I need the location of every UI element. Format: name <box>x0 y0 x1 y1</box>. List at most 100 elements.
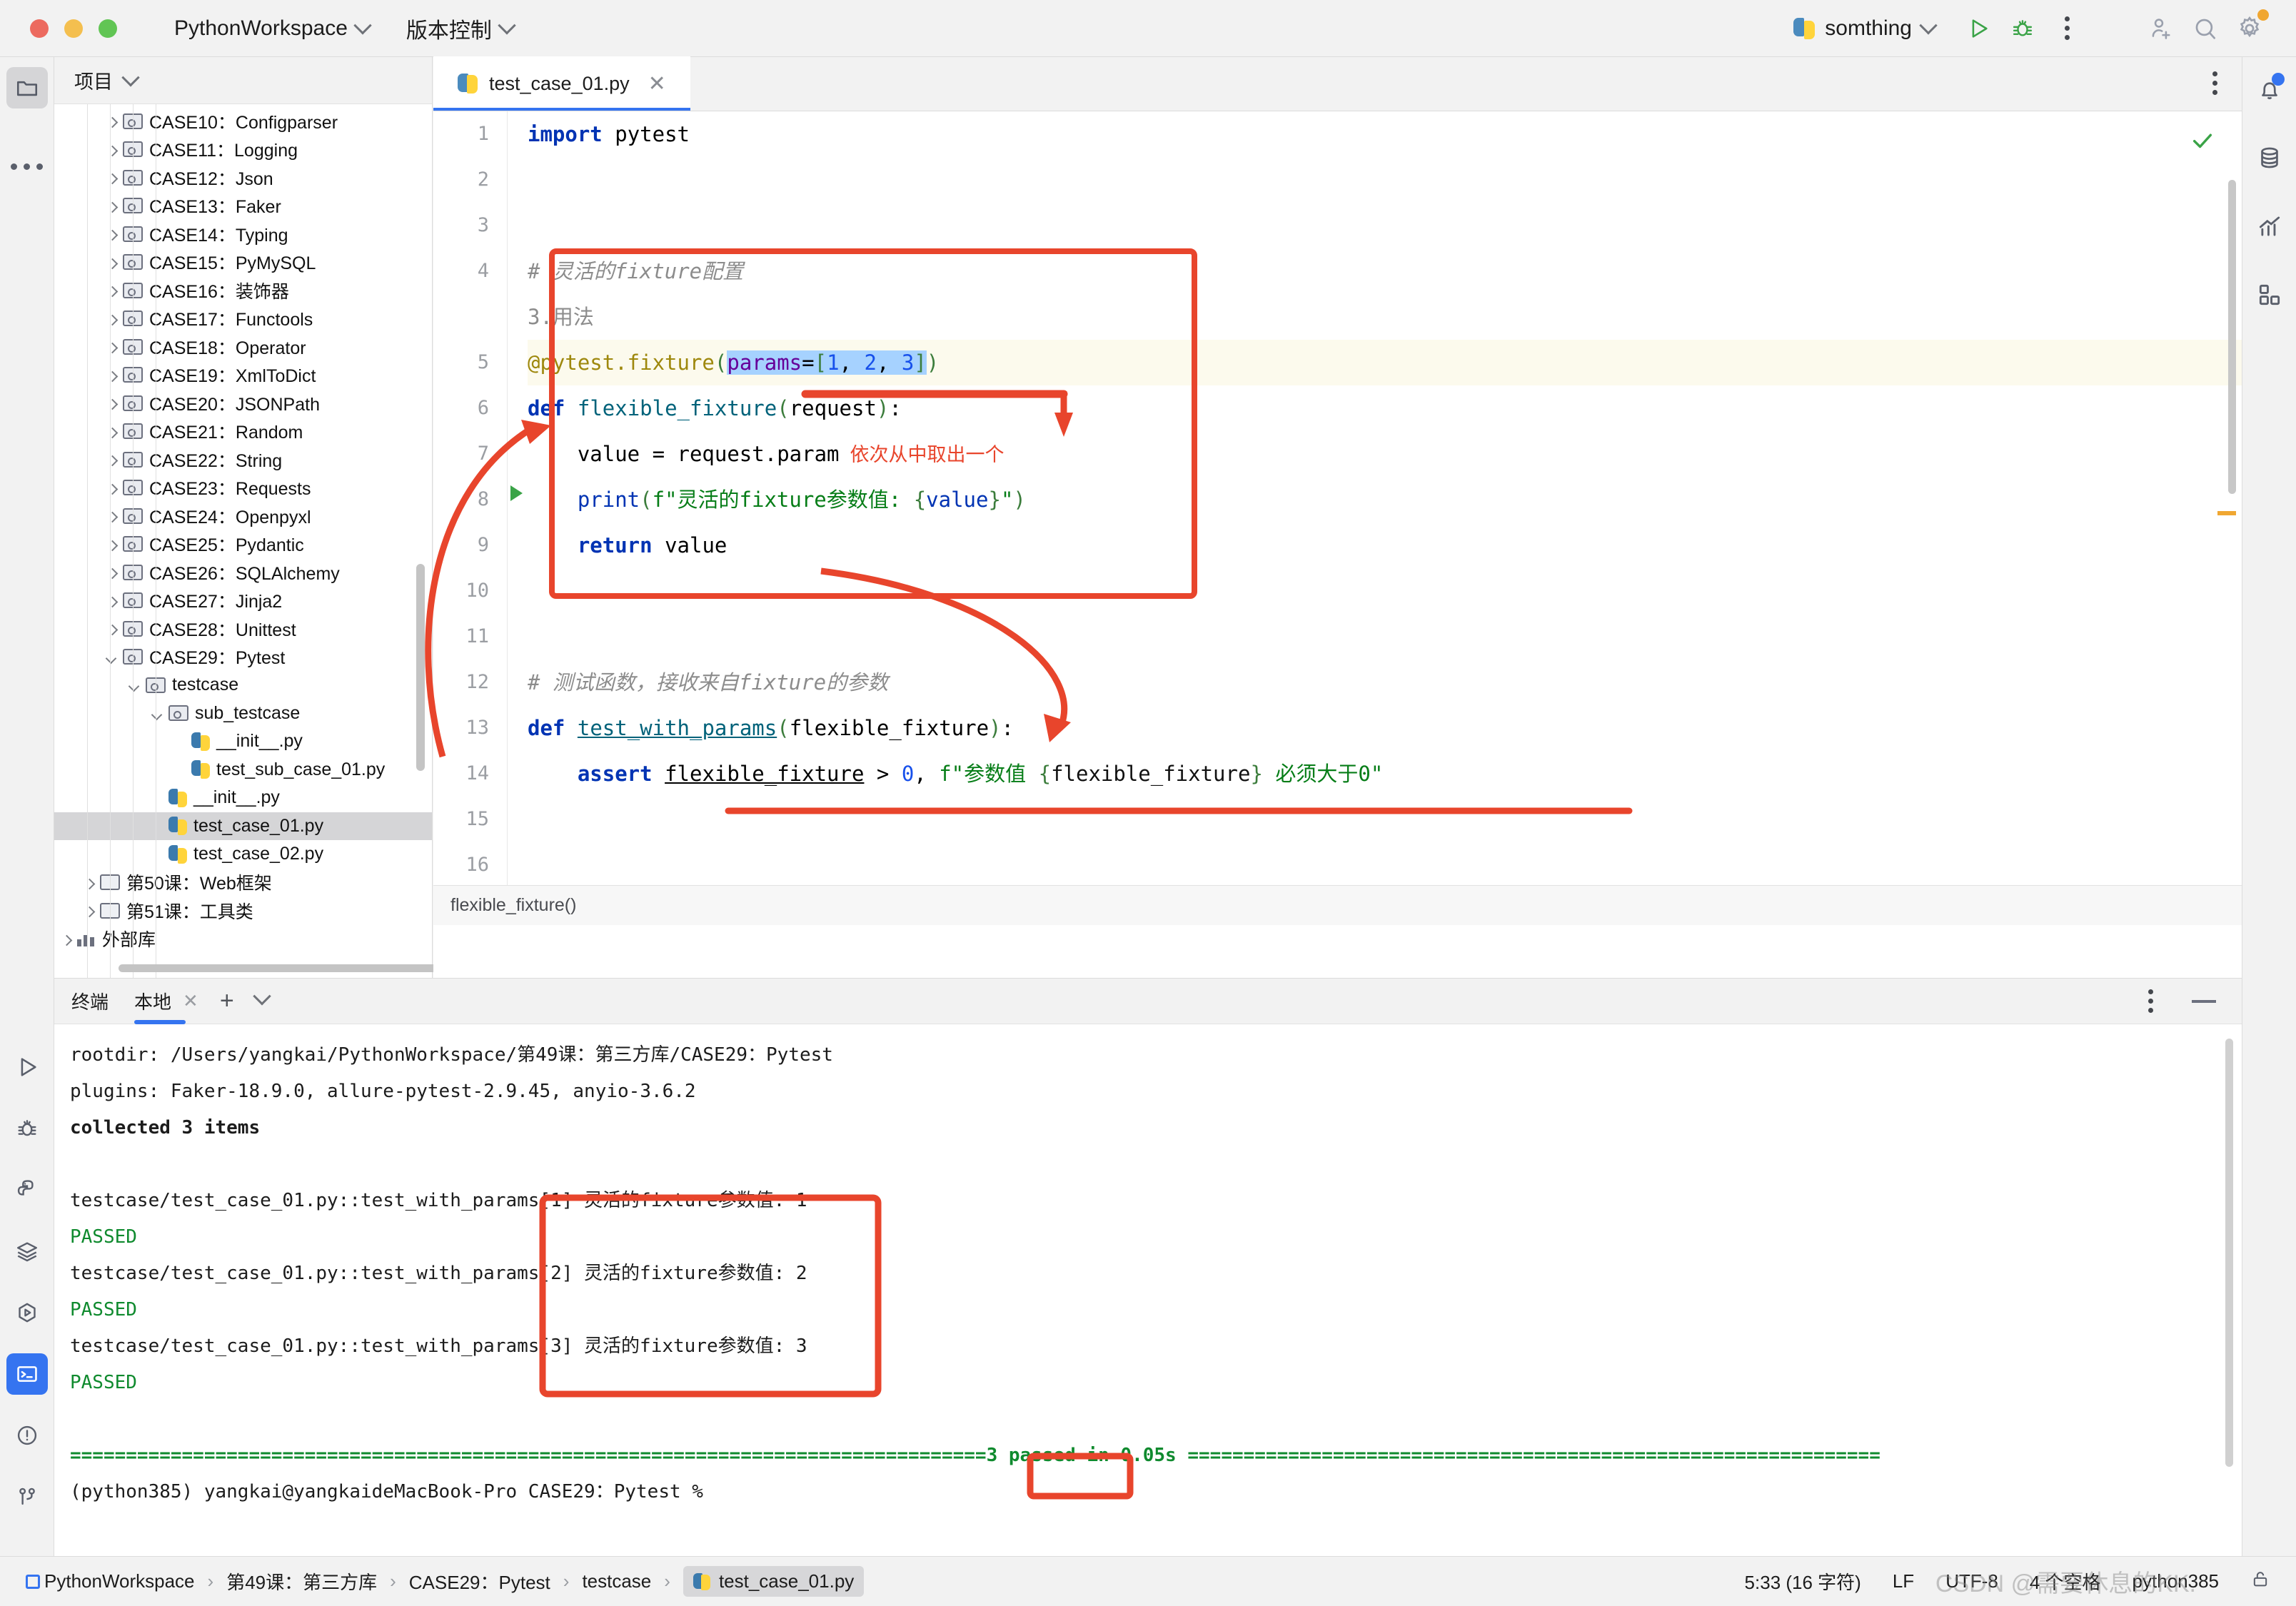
vcs-menu[interactable]: 版本控制 <box>399 9 520 49</box>
python-packages-tool-button[interactable] <box>6 1169 48 1211</box>
chevron-right-icon[interactable] <box>59 929 77 949</box>
chevron-right-icon[interactable] <box>81 900 100 921</box>
project-tree[interactable]: CASE10：ConfigparserCASE11：LoggingCASE12：… <box>54 104 432 978</box>
terminal-more-icon[interactable] <box>2148 989 2153 1013</box>
project-selector[interactable]: PythonWorkspace <box>167 12 376 45</box>
breadcrumb-item[interactable]: CASE29：Pytest <box>409 1568 550 1595</box>
maximize-window-button[interactable] <box>99 19 117 38</box>
chevron-right-icon[interactable] <box>81 872 100 893</box>
tree-item[interactable]: CASE25：Pydantic <box>54 530 432 559</box>
tree-item[interactable]: CASE18：Operator <box>54 333 432 361</box>
services-tool-button[interactable] <box>6 1292 48 1333</box>
tree-item[interactable]: __init__.py <box>54 784 432 812</box>
breadcrumb-item[interactable]: testcase <box>582 1570 651 1592</box>
python-interpreter[interactable]: python385 <box>2133 1570 2219 1592</box>
problems-tool-button[interactable] <box>6 1415 48 1456</box>
tree-item[interactable]: test_case_02.py <box>54 840 432 869</box>
terminal-tab-local[interactable]: 本地 ✕ <box>134 988 203 1014</box>
notifications-button[interactable] <box>2249 69 2290 110</box>
editor-warning-marker[interactable] <box>2217 511 2236 515</box>
tree-item[interactable]: 外部库 <box>54 925 432 954</box>
chevron-right-icon[interactable] <box>104 139 123 160</box>
tree-item[interactable]: sub_testcase <box>54 700 432 728</box>
run-line-marker[interactable] <box>510 485 523 501</box>
tree-item[interactable]: CASE26：SQLAlchemy <box>54 558 432 587</box>
chevron-right-icon[interactable] <box>104 223 123 244</box>
more-tool-windows-button[interactable] <box>6 146 48 187</box>
tree-horizontal-scrollbar[interactable] <box>119 964 475 972</box>
file-encoding[interactable]: UTF-8 <box>1945 1570 1998 1592</box>
tree-item[interactable]: CASE10：Configparser <box>54 107 432 136</box>
chevron-right-icon[interactable] <box>104 280 123 301</box>
editor-vertical-scrollbar[interactable] <box>2228 180 2236 494</box>
plugins-button[interactable] <box>2249 274 2290 315</box>
chevron-right-icon[interactable] <box>104 505 123 526</box>
indent-setting[interactable]: 4 个空格 <box>2030 1568 2101 1595</box>
terminal-options-button[interactable] <box>256 993 268 1009</box>
tree-item[interactable]: CASE11：Logging <box>54 136 432 164</box>
editor-breadcrumb[interactable]: flexible_fixture() <box>433 885 2242 925</box>
tree-item[interactable]: CASE20：JSONPath <box>54 389 432 418</box>
debug-tool-button[interactable] <box>6 1108 48 1149</box>
new-terminal-button[interactable]: + <box>220 987 234 1015</box>
tree-item[interactable]: __init__.py <box>54 727 432 756</box>
tree-item[interactable]: testcase <box>54 671 432 700</box>
tree-item[interactable]: CASE24：Openpyxl <box>54 502 432 530</box>
profiler-button[interactable] <box>2249 206 2290 247</box>
line-separator[interactable]: LF <box>1893 1570 1914 1592</box>
chevron-right-icon[interactable] <box>104 336 123 357</box>
terminal-scrollbar[interactable] <box>2225 1039 2233 1467</box>
close-window-button[interactable] <box>30 19 49 38</box>
tree-item[interactable]: test_sub_case_01.py <box>54 756 432 784</box>
chevron-down-icon[interactable] <box>104 647 123 667</box>
chevron-right-icon[interactable] <box>104 111 123 131</box>
tree-item[interactable]: CASE21：Random <box>54 418 432 446</box>
tree-item[interactable]: CASE13：Faker <box>54 192 432 221</box>
terminal-prompt[interactable]: (python385) yangkai@yangkaideMacBook-Pro… <box>70 1474 2242 1510</box>
chevron-right-icon[interactable] <box>104 196 123 216</box>
tree-item[interactable]: 第50课：Web框架 <box>54 869 432 897</box>
lock-icon[interactable] <box>2250 1569 2270 1594</box>
tree-item[interactable]: CASE17：Functools <box>54 305 432 333</box>
version-control-tool-button[interactable] <box>6 1476 48 1517</box>
tree-item[interactable]: CASE12：Json <box>54 163 432 192</box>
chevron-right-icon[interactable] <box>104 478 123 498</box>
database-tool-button[interactable] <box>6 1231 48 1272</box>
tree-item[interactable]: CASE28：Unittest <box>54 615 432 643</box>
tree-item[interactable]: CASE19：XmlToDict <box>54 361 432 390</box>
code-text[interactable]: import pytest # 灵活的fixture配置 3.用法 @pytes… <box>528 111 2242 925</box>
database-button[interactable] <box>2249 137 2290 178</box>
add-user-button[interactable] <box>2139 6 2183 51</box>
breadcrumb[interactable]: PythonWorkspace›第49课：第三方库›CASE29：Pytest›… <box>44 1566 864 1597</box>
chevron-down-icon[interactable] <box>150 703 168 724</box>
more-actions-button[interactable] <box>2045 6 2089 51</box>
tree-item[interactable]: CASE14：Typing <box>54 220 432 248</box>
chevron-right-icon[interactable] <box>104 421 123 442</box>
terminal-tool-button[interactable] <box>6 1353 48 1395</box>
project-panel-header[interactable]: 项目 <box>54 57 432 104</box>
code-editor[interactable]: 1 2 3 4 5 6 7 8 9 10 11 12 13 14 15 16 1… <box>433 111 2242 925</box>
tree-item[interactable]: CASE29：Pytest <box>54 643 432 672</box>
chevron-right-icon[interactable] <box>104 590 123 611</box>
breadcrumb-item[interactable]: PythonWorkspace <box>44 1570 195 1592</box>
settings-button[interactable] <box>2227 6 2272 51</box>
tree-item[interactable]: CASE27：Jinja2 <box>54 587 432 615</box>
chevron-right-icon[interactable] <box>104 393 123 413</box>
chevron-right-icon[interactable] <box>104 252 123 273</box>
tree-item[interactable]: CASE22：String <box>54 445 432 474</box>
run-configuration-selector[interactable]: somthing <box>1793 16 1935 41</box>
tree-item[interactable]: 第51课：工具类 <box>54 897 432 925</box>
breadcrumb-current-file[interactable]: test_case_01.py <box>683 1566 864 1597</box>
editor-options-button[interactable] <box>2212 71 2217 95</box>
chevron-right-icon[interactable] <box>104 618 123 639</box>
chevron-down-icon[interactable] <box>127 675 146 695</box>
tree-item[interactable]: test_case_01.py <box>54 812 432 841</box>
search-button[interactable] <box>2183 6 2227 51</box>
run-tool-button[interactable] <box>6 1046 48 1088</box>
tree-item[interactable]: CASE16：装饰器 <box>54 276 432 305</box>
chevron-right-icon[interactable] <box>104 562 123 582</box>
editor-tab-test-case-01[interactable]: test_case_01.py ✕ <box>433 56 690 111</box>
close-tab-icon[interactable]: ✕ <box>648 71 666 96</box>
chevron-right-icon[interactable] <box>104 308 123 329</box>
tree-item[interactable]: CASE23：Requests <box>54 474 432 502</box>
